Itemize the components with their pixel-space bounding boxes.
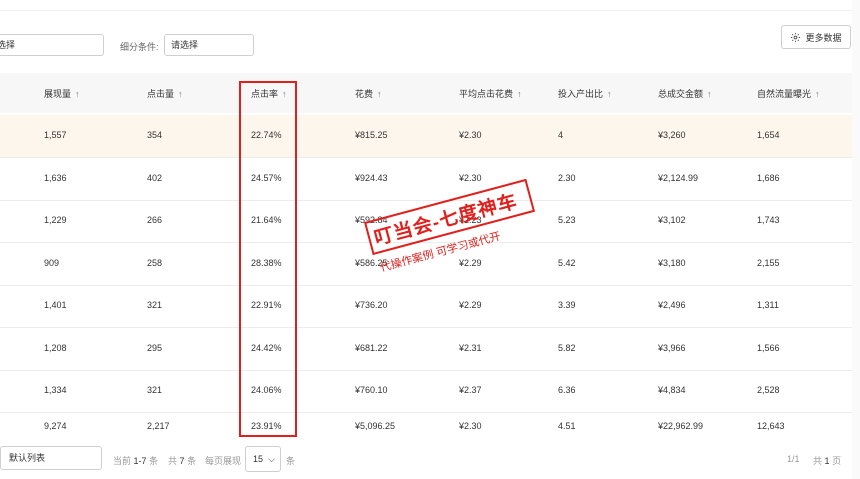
table-cell: ¥2.29	[459, 300, 482, 310]
table-cell: ¥5,096.25	[355, 421, 396, 431]
table-cell: ¥2,124.99	[658, 173, 699, 183]
filter-select-left[interactable]: 选择	[0, 34, 104, 56]
table-cell: ¥2.30	[459, 130, 482, 140]
table-cell: 909	[44, 258, 60, 268]
table-cell: 1,636	[44, 173, 67, 183]
table-cell: 1,686	[757, 173, 780, 183]
table-cell: 1,208	[44, 343, 67, 353]
table-cell: ¥3,260	[658, 130, 686, 140]
table-cell: 1,654	[757, 130, 780, 140]
segment-label: 细分条件:	[120, 42, 159, 52]
table-cell: 3.39	[558, 300, 576, 310]
table-cell: ¥815.25	[355, 130, 388, 140]
table-cell: 1,401	[44, 300, 67, 310]
col-header-cost[interactable]: 花费 ↑	[355, 87, 382, 100]
table-cell: 354	[147, 130, 163, 140]
table-cell: ¥4,834	[658, 385, 686, 395]
table-cell: 5.42	[558, 258, 576, 268]
table-cell: 266	[147, 215, 163, 225]
table-row: 1,208 295 24.42% ¥681.22 ¥2.31 5.82 ¥3,9…	[0, 328, 852, 371]
sort-arrow-icon: ↑	[815, 89, 820, 99]
view-select[interactable]: 默认列表	[0, 446, 102, 470]
table-cell: 12,643	[757, 421, 785, 431]
ctr-highlight-box	[239, 81, 297, 437]
table-cell: ¥2,496	[658, 300, 686, 310]
table-cell: 9,274	[44, 421, 67, 431]
table-cell: 1,566	[757, 343, 780, 353]
table-row: 1,401 321 22.91% ¥736.20 ¥2.29 3.39 ¥2,4…	[0, 285, 852, 328]
table-cell: 1,311	[757, 300, 779, 310]
table-cell: 321	[147, 300, 163, 310]
chevron-down-icon: ⌵	[268, 454, 275, 464]
table-cell: ¥760.10	[355, 385, 388, 395]
sort-arrow-icon: ↑	[707, 89, 712, 99]
sort-arrow-icon: ↑	[517, 89, 522, 99]
more-data-label: 更多数据	[805, 32, 842, 43]
table-cell: 2,155	[757, 258, 780, 268]
table-row: 1,334 321 24.06% ¥760.10 ¥2.37 6.36 ¥4,8…	[0, 370, 852, 413]
table-cell: 258	[147, 258, 163, 268]
table-cell: ¥2.30	[459, 173, 482, 183]
col-header-avg-cpc[interactable]: 平均点击花费 ↑	[459, 87, 522, 100]
table-cell: ¥2.31	[459, 343, 482, 353]
table-cell: 5.23	[558, 215, 576, 225]
table-cell: ¥3,966	[658, 343, 686, 353]
scrollbar-track[interactable]	[852, 0, 860, 479]
segment-select[interactable]: 请选择	[164, 34, 254, 56]
table-cell: 402	[147, 173, 163, 183]
table-cell: 321	[147, 385, 163, 395]
sort-arrow-icon: ↑	[178, 89, 183, 99]
top-divider	[0, 0, 860, 11]
table-cell: ¥736.20	[355, 300, 388, 310]
table-cell: 5.82	[558, 343, 576, 353]
page-size-suffix: 条	[286, 456, 296, 466]
table-cell: 1,229	[44, 215, 67, 225]
col-header-clicks[interactable]: 点击量 ↑	[147, 87, 183, 100]
table-cell: 295	[147, 343, 163, 353]
table-header: 展现量 ↑ 点击量 ↑ 点击率 ↑ 花费 ↑ 平均点击花费 ↑ 投入产出比 ↑ 总成交金额 ↑…	[0, 73, 852, 113]
table-cell: 4	[558, 130, 564, 140]
more-data-button[interactable]: 更多数据	[781, 25, 851, 49]
table-cell: ¥22,962.99	[658, 421, 704, 431]
table-total-row: 9,274 2,217 23.91% ¥5,096.25 ¥2.30 4.51 …	[0, 412, 852, 439]
col-header-organic[interactable]: 自然流量曝光 ↑	[757, 87, 820, 100]
table-cell: 4.51	[558, 421, 576, 431]
table-cell: 1,334	[44, 385, 67, 395]
table-row: 1,557 354 22.74% ¥815.25 ¥2.30 4 ¥3,260 …	[0, 115, 852, 158]
total-pages: 共 1 页	[813, 456, 842, 466]
sort-arrow-icon: ↑	[75, 89, 80, 99]
total-info: 共 7 条	[168, 456, 197, 466]
per-page-label: 每页展现	[205, 456, 242, 466]
sort-arrow-icon: ↑	[607, 89, 612, 99]
table-cell: 1,557	[44, 130, 67, 140]
table-cell: ¥3,180	[658, 258, 686, 268]
table-cell: ¥924.43	[355, 173, 388, 183]
table-cell: 6.36	[558, 385, 576, 395]
table-cell: 2,528	[757, 385, 780, 395]
gear-icon	[791, 32, 801, 42]
table-footer: 默认列表 当前 1-7 条 共 7 条 每页展现 15 ⌵ 条 1/1 共 1 …	[0, 440, 860, 479]
range-info: 当前 1-7 条	[113, 456, 159, 466]
table-cell: ¥2.37	[459, 385, 482, 395]
col-header-impressions[interactable]: 展现量 ↑	[44, 87, 80, 100]
col-header-gmv[interactable]: 总成交金额 ↑	[658, 87, 712, 100]
page-indicator: 1/1	[787, 454, 800, 464]
page-size-select[interactable]: 15 ⌵	[245, 446, 281, 472]
sort-arrow-icon: ↑	[377, 89, 382, 99]
table-row: 1,636 402 24.57% ¥924.43 ¥2.30 2.30 ¥2,1…	[0, 158, 852, 201]
col-header-roi[interactable]: 投入产出比 ↑	[558, 87, 612, 100]
table-cell: 2,217	[147, 421, 170, 431]
table-cell: ¥681.22	[355, 343, 388, 353]
table-cell: ¥2.30	[459, 421, 482, 431]
table-cell: 2.30	[558, 173, 576, 183]
table-cell: 1,743	[757, 215, 780, 225]
table-cell: ¥3,102	[658, 215, 686, 225]
